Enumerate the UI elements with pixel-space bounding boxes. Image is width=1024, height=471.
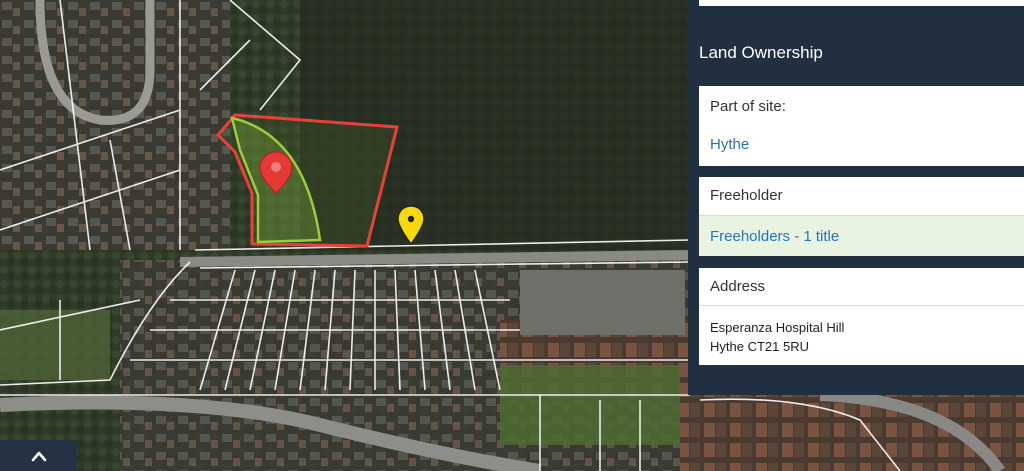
- previous-card-bottom: [699, 0, 1024, 6]
- freeholder-label: Freeholder: [699, 177, 1024, 215]
- address-line-1: Esperanza Hospital Hill: [710, 320, 845, 335]
- scroll-top-button[interactable]: [0, 440, 77, 471]
- part-of-site-label: Part of site:: [699, 86, 1024, 128]
- address-value: Esperanza Hospital Hill Hythe CT21 5RU: [699, 305, 1024, 365]
- address-line-2: Hythe CT21 5RU: [710, 339, 809, 354]
- panel-title: Land Ownership: [699, 43, 823, 62]
- land-ownership-panel: Land Ownership Part of site: Hythe Freeh…: [688, 0, 1024, 395]
- chevron-up-icon: [31, 451, 46, 461]
- address-label: Address: [699, 268, 1024, 305]
- freeholders-link[interactable]: Freeholders - 1 title: [699, 215, 1024, 256]
- part-of-site-link[interactable]: Hythe: [699, 128, 1024, 166]
